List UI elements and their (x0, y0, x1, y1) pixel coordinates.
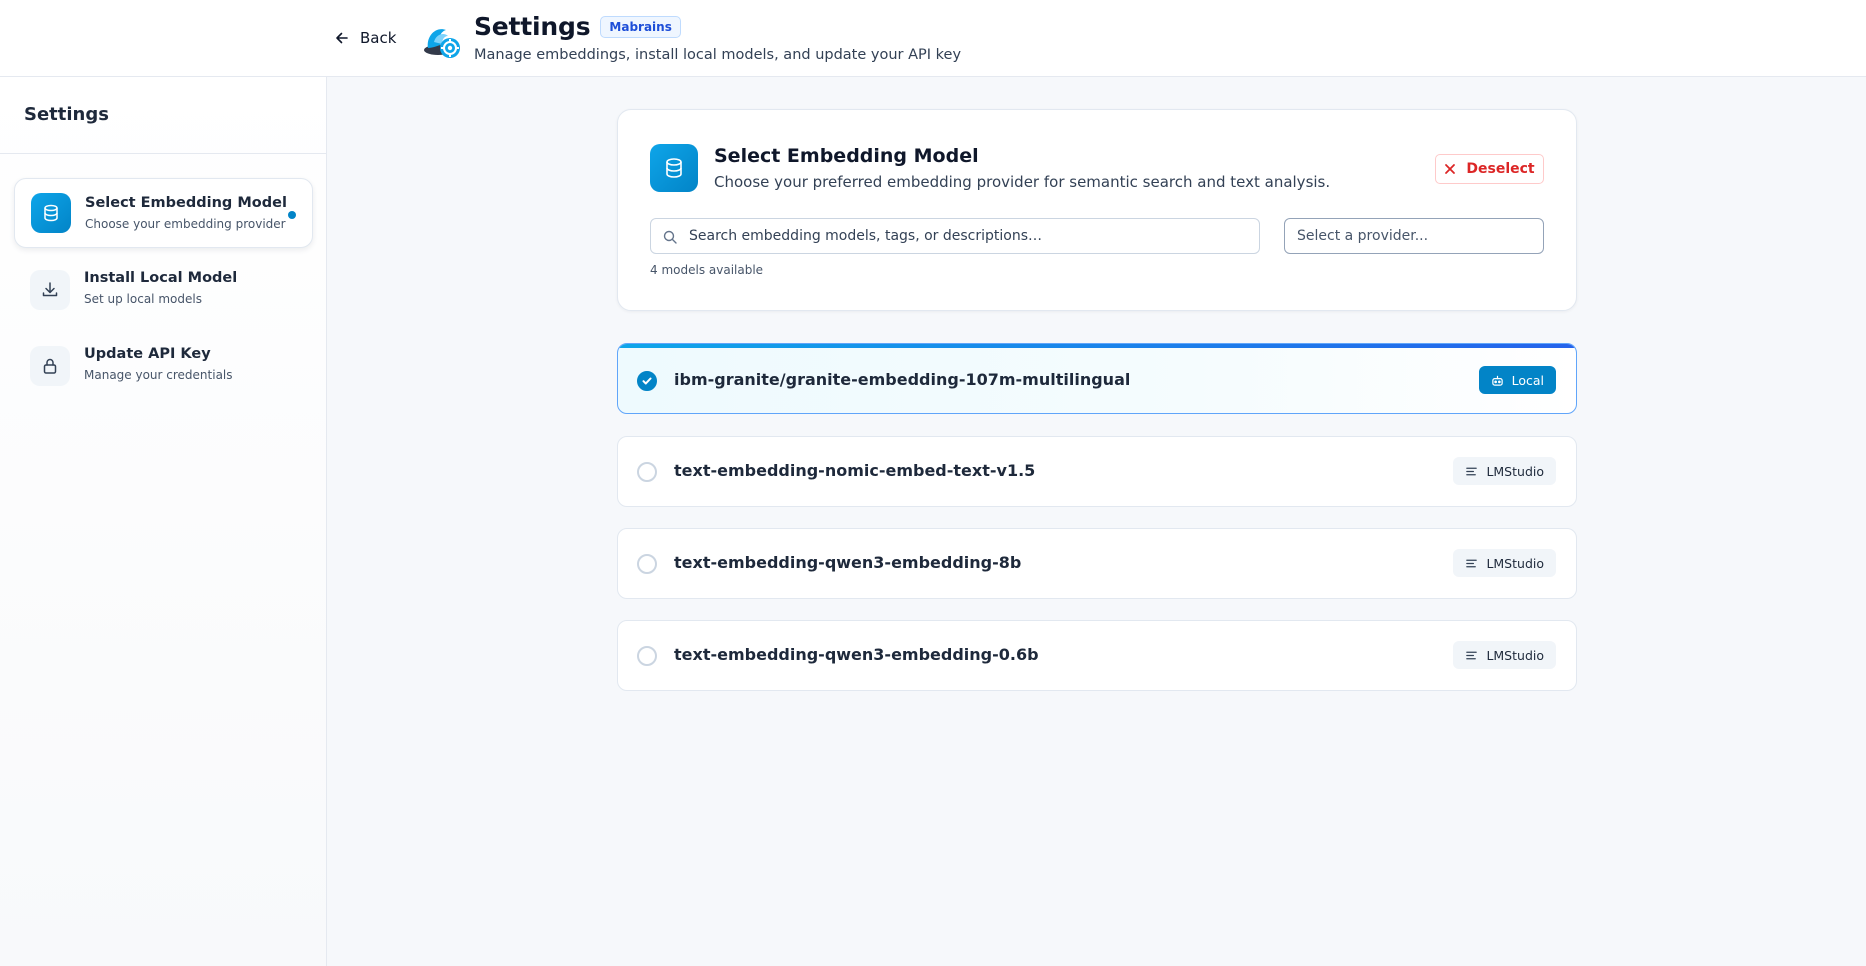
app-logo-icon (424, 29, 460, 58)
deselect-button[interactable]: Deselect (1435, 154, 1544, 184)
model-name: text-embedding-qwen3-embedding-0.6b (674, 645, 1039, 664)
active-indicator-dot (288, 211, 296, 219)
sidebar-item-install-local-model[interactable]: Install Local Model Set up local models (14, 254, 313, 324)
embedding-model-card: Select Embedding Model Choose your prefe… (617, 109, 1577, 311)
download-icon (30, 270, 70, 310)
provider-tag-lmstudio: LMStudio (1453, 549, 1556, 577)
selected-accent-bar (618, 344, 1576, 348)
model-name: text-embedding-nomic-embed-text-v1.5 (674, 461, 1036, 480)
robot-icon (1491, 375, 1503, 386)
sidebar-item-desc: Choose your embedding provider (85, 217, 286, 231)
card-description: Choose your preferred embedding provider… (714, 173, 1331, 191)
back-button[interactable]: Back (334, 26, 396, 50)
sidebar-item-desc: Manage your credentials (84, 368, 233, 382)
sidebar-item-label: Select Embedding Model (85, 195, 287, 211)
page-title: Settings (474, 12, 591, 41)
check-icon (642, 377, 652, 385)
page-heading: Settings Mabrains Manage embeddings, ins… (474, 12, 961, 63)
radio-unchecked[interactable] (637, 462, 657, 482)
provider-tag-local: Local (1478, 366, 1556, 394)
tag-label: Local (1511, 372, 1544, 388)
model-name: ibm-granite/granite-embedding-107m-multi… (674, 370, 1131, 389)
lock-icon (30, 346, 70, 386)
lines-icon (1466, 559, 1478, 567)
sidebar-item-select-embedding-model[interactable]: Select Embedding Model Choose your embed… (14, 178, 313, 248)
model-name: text-embedding-qwen3-embedding-8b (674, 553, 1022, 572)
sidebar: Settings Select Embedding Model Choose y… (0, 77, 327, 966)
radio-unchecked[interactable] (637, 646, 657, 666)
card-title: Select Embedding Model (714, 145, 979, 167)
lines-icon (1466, 467, 1478, 475)
search-icon (663, 230, 677, 244)
search-input[interactable] (689, 219, 1249, 253)
database-icon (31, 193, 71, 233)
page-subtitle: Manage embeddings, install local models,… (474, 47, 962, 63)
radio-checked[interactable] (637, 371, 657, 391)
provider-select[interactable]: Select a provider... (1284, 218, 1544, 254)
model-row[interactable]: text-embedding-qwen3-embedding-0.6b LMSt… (617, 620, 1577, 691)
top-header: Back Settings Mabrains Manage embeddings… (0, 0, 1866, 77)
search-field[interactable] (650, 218, 1260, 254)
sidebar-item-label: Update API Key (84, 346, 211, 362)
deselect-label: Deselect (1466, 161, 1535, 177)
tag-label: LMStudio (1486, 555, 1544, 571)
model-row[interactable]: ibm-granite/granite-embedding-107m-multi… (617, 343, 1577, 414)
arrow-left-icon (336, 32, 348, 44)
brand-badge: Mabrains (600, 15, 681, 38)
model-row[interactable]: text-embedding-nomic-embed-text-v1.5 LMS… (617, 436, 1577, 507)
sidebar-item-update-api-key[interactable]: Update API Key Manage your credentials (14, 330, 313, 400)
close-icon (1445, 164, 1456, 174)
sidebar-item-label: Install Local Model (84, 270, 238, 286)
tag-label: LMStudio (1486, 647, 1544, 663)
database-icon (650, 144, 698, 192)
tag-label: LMStudio (1486, 463, 1544, 479)
provider-tag-lmstudio: LMStudio (1453, 641, 1556, 669)
back-label: Back (360, 29, 397, 47)
model-row[interactable]: text-embedding-qwen3-embedding-8b LMStud… (617, 528, 1577, 599)
sidebar-item-desc: Set up local models (84, 292, 202, 306)
lines-icon (1466, 651, 1478, 659)
models-count: 4 models available (650, 263, 764, 277)
sidebar-title: Settings (24, 104, 109, 125)
provider-tag-lmstudio: LMStudio (1453, 457, 1556, 485)
sidebar-divider (0, 153, 326, 154)
radio-unchecked[interactable] (637, 554, 657, 574)
